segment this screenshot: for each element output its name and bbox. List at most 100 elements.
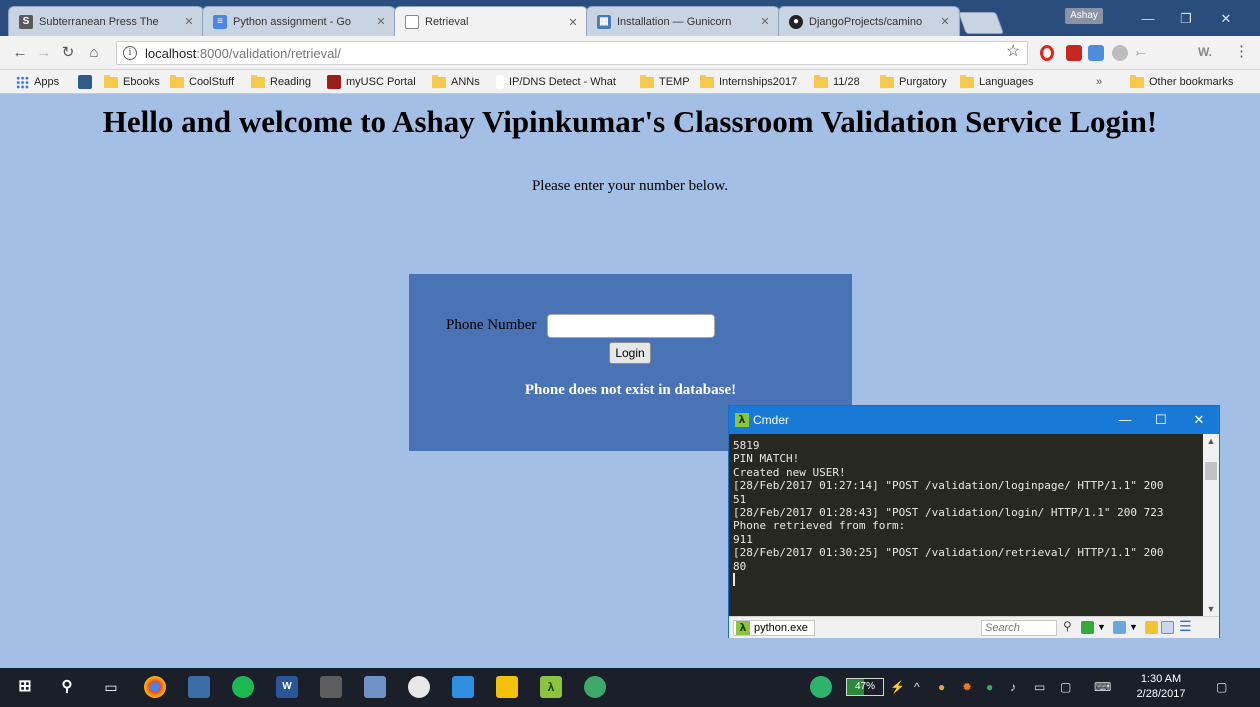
home-icon[interactable]: ⌂ — [84, 42, 104, 64]
keyboard-icon[interactable]: ⌨ — [1094, 680, 1111, 694]
restore-icon[interactable]: ❐ — [1172, 10, 1200, 28]
bookmark-label: Internships2017 — [719, 76, 798, 88]
tab-gunicorn-installation[interactable]: ▦ Installation — Gunicorn ✕ — [586, 6, 780, 36]
console-line: Phone retrieved from form: — [733, 519, 906, 533]
tab-close-icon[interactable]: ✕ — [759, 15, 771, 28]
taskbar-clock[interactable]: 1:30 AM 2/28/2017 — [1136, 672, 1186, 702]
ip-dns-icon — [496, 75, 504, 89]
calculator-icon[interactable] — [320, 676, 342, 698]
extension-w-icon[interactable]: W. — [1198, 45, 1212, 59]
volume-icon[interactable]: ♪ — [1010, 680, 1016, 694]
bookmarks-overflow-button[interactable]: » — [1096, 74, 1102, 90]
dropdown-arrow-icon[interactable]: ▼ — [1129, 622, 1142, 635]
tray-app-icon[interactable]: ● — [986, 680, 993, 694]
bookmark-coolstuff[interactable]: CoolStuff — [170, 74, 234, 90]
network-icon[interactable]: ▭ — [1034, 680, 1045, 694]
system-monitor-icon[interactable] — [810, 676, 832, 698]
bookmark-reading[interactable]: Reading — [251, 74, 311, 90]
lock-icon[interactable] — [1145, 621, 1158, 634]
task-view-icon[interactable]: ▭ — [100, 676, 122, 698]
scroll-up-icon[interactable]: ▲ — [1203, 434, 1219, 448]
tab-close-icon[interactable]: ✕ — [183, 15, 195, 28]
panel-icon[interactable] — [1161, 621, 1174, 634]
cmder-close-icon[interactable]: ✕ — [1187, 411, 1211, 429]
new-console-icon[interactable] — [1081, 621, 1094, 634]
bookmark-languages[interactable]: Languages — [960, 74, 1033, 90]
phone-number-input[interactable] — [547, 314, 715, 338]
bookmark-myusc-portal[interactable]: myUSC Portal — [327, 74, 416, 90]
bookmark-label: myUSC Portal — [346, 76, 416, 88]
address-bar[interactable]: i localhost :8000/validation/retrieval/ — [116, 41, 1028, 65]
tab-subterranean-press[interactable]: S Subterranean Press The ✕ — [8, 6, 204, 36]
extension-blue-icon[interactable] — [1088, 45, 1104, 61]
tab-close-icon[interactable]: ✕ — [939, 15, 951, 28]
cmder-search-input[interactable]: Search — [981, 620, 1057, 636]
bookmark-ebooks[interactable]: Ebooks — [104, 74, 160, 90]
back-arrow-icon[interactable]: ← — [10, 42, 30, 64]
scrollbar-thumb[interactable] — [1205, 462, 1217, 480]
bookmark-internships2017[interactable]: Internships2017 — [700, 74, 797, 90]
word-icon[interactable]: W — [276, 676, 298, 698]
bookmark-purgatory[interactable]: Purgatory — [880, 74, 947, 90]
pen-icon[interactable] — [364, 676, 386, 698]
windows-start-icon[interactable]: ⊞ — [14, 676, 36, 698]
bookmark-11-28[interactable]: 11/28 — [814, 74, 860, 90]
tab-retrieval[interactable]: Retrieval ✕ — [394, 6, 588, 37]
battery-indicator[interactable]: 47% — [846, 678, 884, 696]
opera-icon[interactable] — [1040, 45, 1054, 61]
cmder-title-bar[interactable]: λ Cmder — ☐ ✕ — [729, 406, 1219, 434]
show-hidden-icons-chevron-icon[interactable]: ^ — [914, 680, 920, 694]
cmder-taskbar-icon[interactable]: λ — [540, 676, 562, 698]
extension-arrow-icon[interactable]: ⤚ — [1136, 45, 1146, 60]
bookmark-temp[interactable]: TEMP — [640, 74, 690, 90]
cmder-maximize-icon[interactable]: ☐ — [1149, 411, 1173, 429]
folder-icon — [104, 74, 118, 88]
close-window-icon[interactable]: ✕ — [1212, 10, 1240, 28]
keep-notes-icon[interactable] — [496, 676, 518, 698]
search-icon[interactable]: ⚲ — [1063, 619, 1076, 633]
tray-app-icon[interactable]: ● — [938, 680, 945, 694]
bookmark-other-bookmarks[interactable]: Other bookmarks — [1130, 74, 1233, 90]
media-player-icon[interactable] — [408, 676, 430, 698]
reload-icon[interactable]: ↻ — [58, 42, 78, 64]
browser-tab-strip: S Subterranean Press The ✕ ≡ Python assi… — [0, 0, 1260, 37]
layout-icon[interactable] — [1113, 621, 1126, 634]
menu-icon[interactable]: ☰ — [1179, 618, 1192, 634]
site-info-icon[interactable]: i — [123, 46, 137, 60]
dropdown-arrow-icon[interactable]: ▼ — [1097, 622, 1110, 635]
chrome-icon[interactable] — [144, 676, 166, 698]
folder-icon — [700, 74, 714, 88]
file-manager-icon[interactable] — [188, 676, 210, 698]
action-center-icon[interactable]: ▢ — [1216, 680, 1227, 694]
tab-python-assignment[interactable]: ≡ Python assignment - Go ✕ — [202, 6, 396, 36]
bookmark-image-link[interactable] — [78, 74, 97, 90]
new-tab-button[interactable] — [957, 12, 1005, 34]
console-scrollbar[interactable]: ▲ ▼ — [1203, 434, 1219, 616]
folder-icon[interactable] — [452, 676, 474, 698]
tab-close-icon[interactable]: ✕ — [375, 15, 387, 28]
spotify-icon[interactable] — [232, 676, 254, 698]
console-output[interactable]: 5819 PIN MATCH! Created new USER! [28/Feb/2… — [729, 434, 1203, 616]
bookmark-anns[interactable]: ANNs — [432, 74, 480, 90]
search-icon[interactable]: ⚲ — [56, 676, 78, 698]
chrome-menu-icon[interactable]: ⋮ — [1234, 42, 1249, 60]
power-plug-icon[interactable]: ⚡ — [890, 680, 905, 694]
globe-icon[interactable] — [1112, 45, 1128, 61]
forward-arrow-icon[interactable]: → — [34, 42, 54, 64]
tab-close-icon[interactable]: ✕ — [567, 16, 579, 29]
scroll-down-icon[interactable]: ▼ — [1203, 602, 1219, 616]
network-app-icon[interactable] — [584, 676, 606, 698]
console-tab-python[interactable]: λ python.exe — [733, 620, 815, 636]
extension-red-icon[interactable] — [1066, 45, 1082, 61]
login-button[interactable]: Login — [609, 342, 651, 364]
tab-django-projects[interactable]: ● DjangoProjects/camino ✕ — [778, 6, 960, 36]
cmder-minimize-icon[interactable]: — — [1113, 411, 1137, 429]
bookmark-ip-dns-detect[interactable]: IP/DNS Detect - What — [496, 74, 616, 90]
message-icon[interactable]: ▢ — [1060, 680, 1071, 694]
bookmark-apps[interactable]: Apps — [16, 74, 59, 90]
minimize-icon[interactable]: — — [1134, 10, 1162, 28]
tray-app-icon[interactable]: ✹ — [962, 680, 972, 694]
usc-icon — [327, 75, 341, 89]
profile-button[interactable]: Ashay — [1065, 8, 1103, 24]
bookmark-star-icon[interactable]: ☆ — [1006, 41, 1020, 61]
